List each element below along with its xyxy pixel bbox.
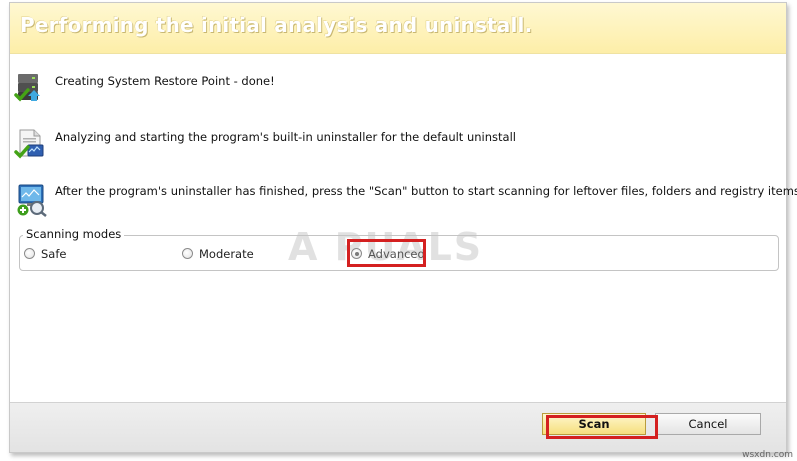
advanced-highlight-box [347, 239, 426, 267]
scan-highlight-box [546, 415, 658, 439]
monitor-scan-icon [14, 183, 48, 217]
step-analyze-text: Analyzing and starting the program's bui… [55, 130, 516, 144]
radio-safe-circle[interactable] [24, 248, 35, 259]
restore-point-check-icon [14, 71, 48, 105]
radio-moderate[interactable]: Moderate [182, 247, 262, 263]
corner-watermark: wsxdn.com [742, 450, 793, 460]
cancel-button[interactable]: Cancel [655, 413, 761, 435]
page-title: Performing the initial analysis and unin… [20, 13, 533, 37]
document-check-icon [14, 128, 48, 162]
step-restore-point-text: Creating System Restore Point - done! [55, 74, 275, 88]
dialog-header: Performing the initial analysis and unin… [10, 3, 786, 54]
radio-safe[interactable]: Safe [24, 247, 84, 263]
radio-safe-label[interactable]: Safe [41, 247, 66, 261]
scanning-modes-label: Scanning modes [23, 227, 125, 241]
radio-moderate-circle[interactable] [182, 248, 193, 259]
radio-moderate-label[interactable]: Moderate [199, 247, 254, 261]
step-scan-instruction-text: After the program's uninstaller has fini… [55, 184, 797, 198]
uninstall-dialog: Performing the initial analysis and unin… [9, 2, 797, 453]
